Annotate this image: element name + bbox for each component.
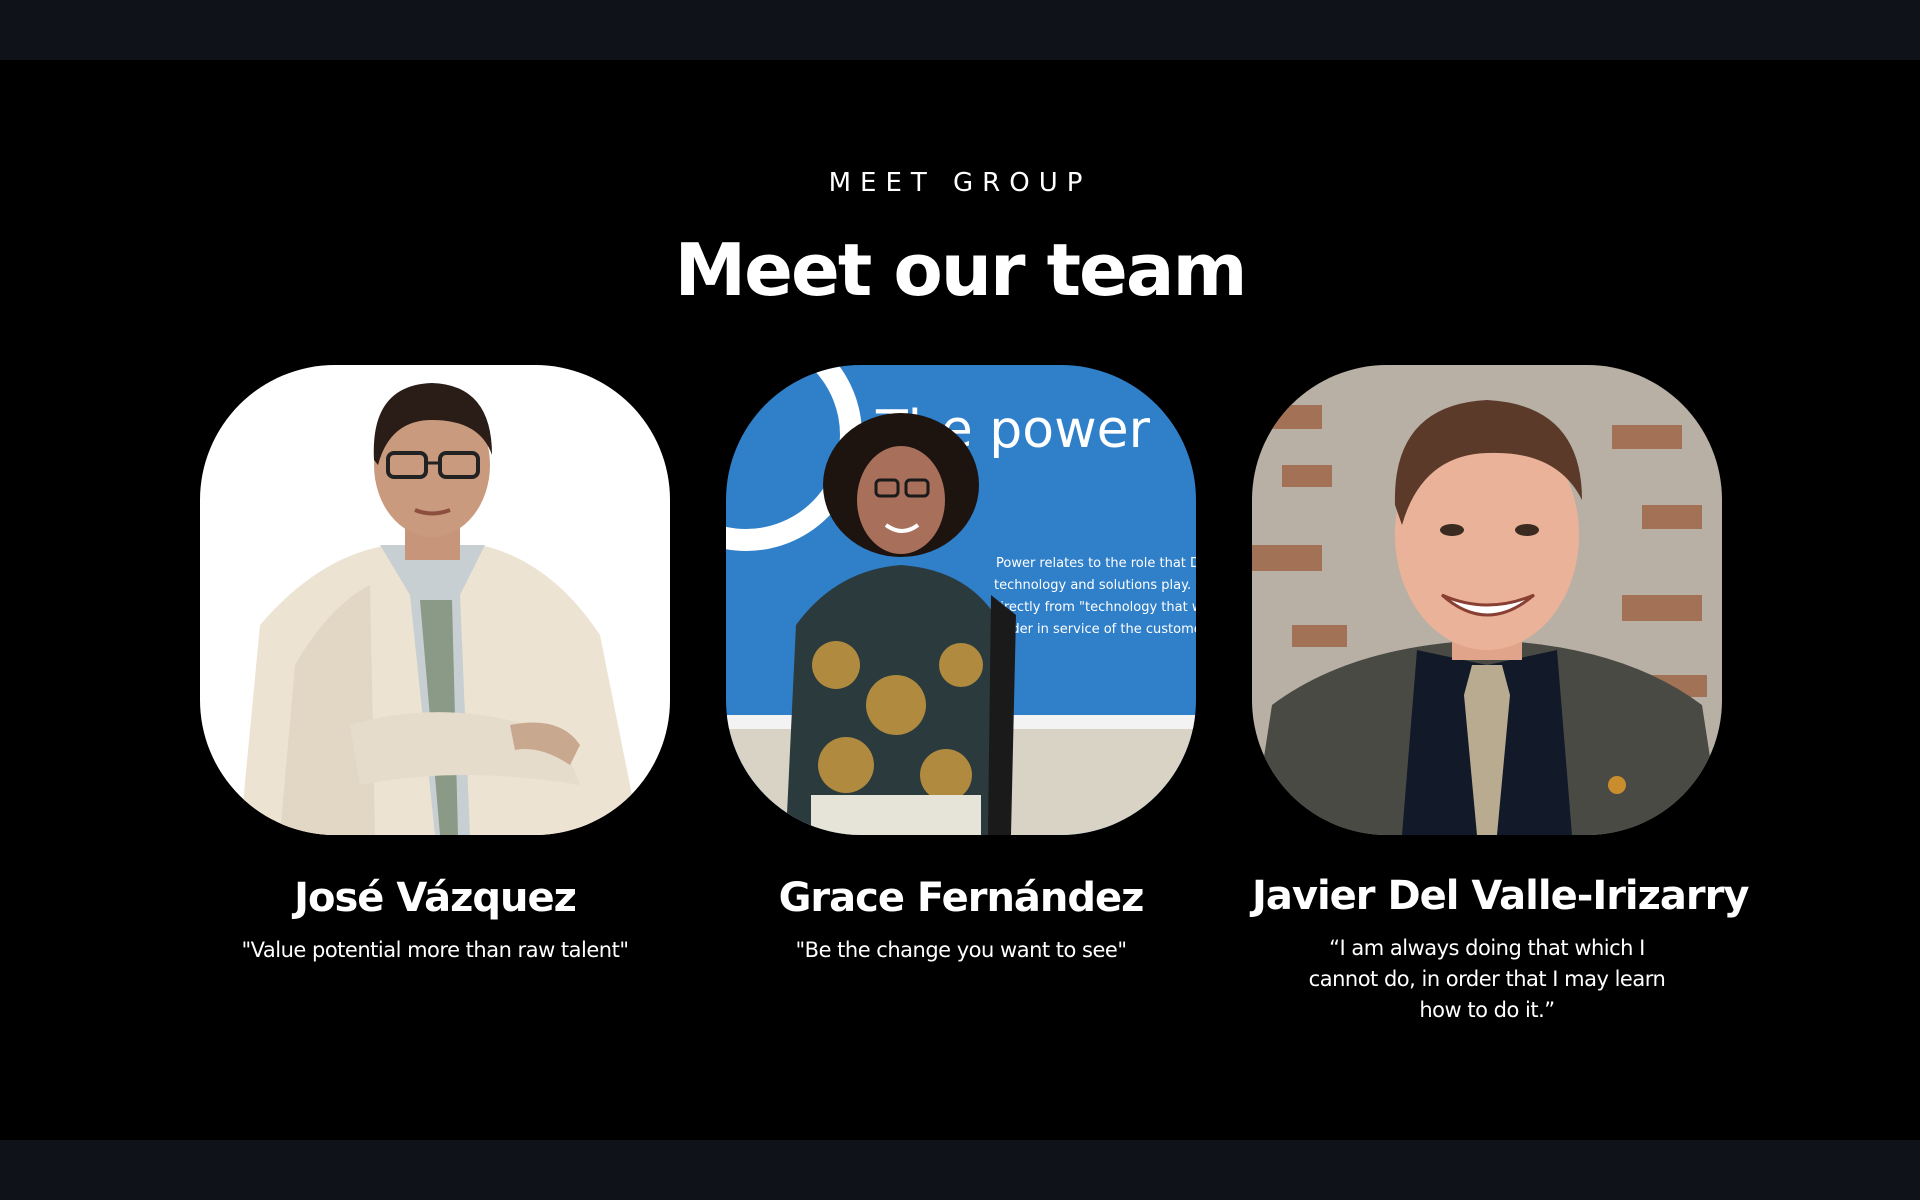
- section-eyebrow: MEET GROUP: [828, 168, 1092, 198]
- team-photo-jose: [200, 365, 670, 835]
- sign-line: directly from "technology that w: [992, 600, 1196, 615]
- sign-line: technology and solutions play. I: [994, 578, 1196, 593]
- team-member-name: Grace Fernández: [778, 875, 1145, 921]
- team-member-quote: "Be the change you want to see": [795, 938, 1127, 962]
- team-card-grace: The power Power relates to the role that…: [726, 365, 1196, 966]
- team-card-javier: Javier Del Valle-Irizarry “I am always d…: [1252, 365, 1749, 1026]
- team-card-jose: José Vázquez "Value potential more than …: [200, 365, 670, 966]
- team-member-quote: "Value potential more than raw talent": [241, 938, 629, 962]
- slide: MEET GROUP Meet our team José Vázquez "V…: [0, 60, 1920, 1182]
- team-photo-grace: The power Power relates to the role that…: [726, 365, 1196, 835]
- window-bottom-bar: [0, 1140, 1920, 1200]
- sign-line: harder in service of the custome: [990, 622, 1196, 637]
- page-title: Meet our team: [674, 228, 1248, 312]
- window-top-bar: [0, 0, 1920, 60]
- team-member-name: José Vázquez: [294, 875, 577, 921]
- team-member-quote: “I am always doing that which I cannot d…: [1308, 936, 1666, 1022]
- team-photo-javier: [1252, 365, 1722, 835]
- team-member-name: Javier Del Valle-Irizarry: [1252, 873, 1749, 919]
- sign-line: Power relates to the role that De: [996, 556, 1196, 571]
